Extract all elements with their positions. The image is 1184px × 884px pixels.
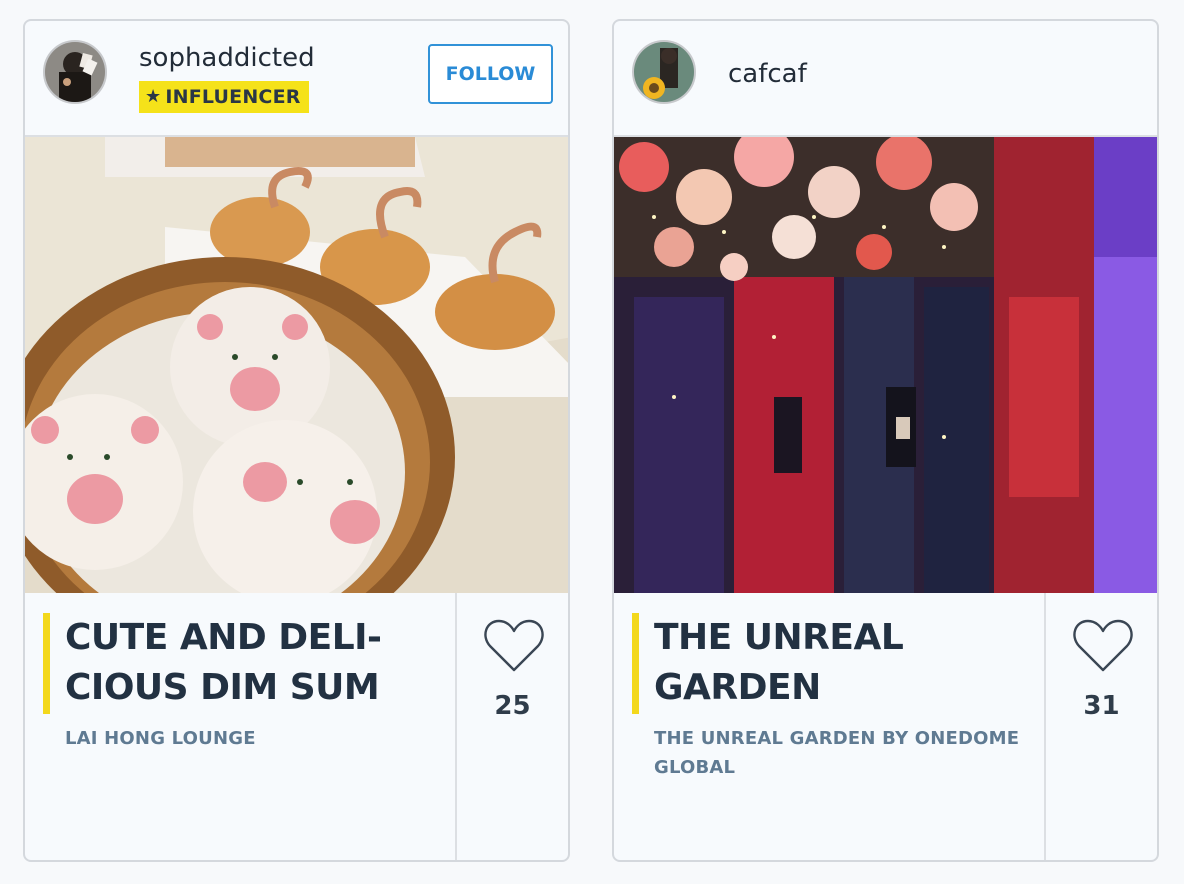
- influencer-badge: ★ INFLUENCER: [139, 81, 309, 113]
- heart-icon[interactable]: [1072, 618, 1134, 674]
- post-card: sophaddicted ★ INFLUENCER FOLLOW CUTE AN…: [23, 19, 570, 862]
- location-link[interactable]: LAI HONG LOUNGE: [65, 724, 435, 753]
- post-header: cafcaf: [614, 21, 1157, 137]
- post-photo[interactable]: [25, 137, 568, 593]
- post-header: sophaddicted ★ INFLUENCER FOLLOW: [25, 21, 568, 137]
- like-count: 25: [494, 691, 531, 721]
- title-block: THE UNREAL GARDEN: [632, 613, 1042, 714]
- username[interactable]: sophaddicted: [139, 43, 315, 73]
- heart-icon[interactable]: [483, 618, 545, 674]
- accent-bar: [43, 613, 50, 714]
- like-column: 25: [455, 593, 568, 860]
- username[interactable]: cafcaf: [728, 59, 807, 89]
- post-card: cafcaf THE UNREAL GARDEN THE UNREAL GARD…: [612, 19, 1159, 862]
- star-icon: ★: [145, 86, 162, 107]
- post-photo[interactable]: [614, 137, 1157, 593]
- post-title[interactable]: THE UNREAL GARDEN: [632, 613, 1042, 713]
- accent-bar: [632, 613, 639, 714]
- location-link[interactable]: THE UNREAL GARDEN BY ONEDOME GLOBAL: [654, 724, 1024, 782]
- avatar[interactable]: [43, 40, 107, 104]
- avatar[interactable]: [632, 40, 696, 104]
- title-block: CUTE AND DELI- CIOUS DIM SUM: [43, 613, 453, 714]
- follow-button[interactable]: FOLLOW: [428, 44, 553, 104]
- post-title[interactable]: CUTE AND DELI- CIOUS DIM SUM: [43, 613, 453, 713]
- post-footer: THE UNREAL GARDEN THE UNREAL GARDEN BY O…: [614, 593, 1157, 860]
- like-count: 31: [1083, 691, 1120, 721]
- badge-label: INFLUENCER: [165, 86, 301, 108]
- post-footer: CUTE AND DELI- CIOUS DIM SUM LAI HONG LO…: [25, 593, 568, 860]
- like-column: 31: [1044, 593, 1157, 860]
